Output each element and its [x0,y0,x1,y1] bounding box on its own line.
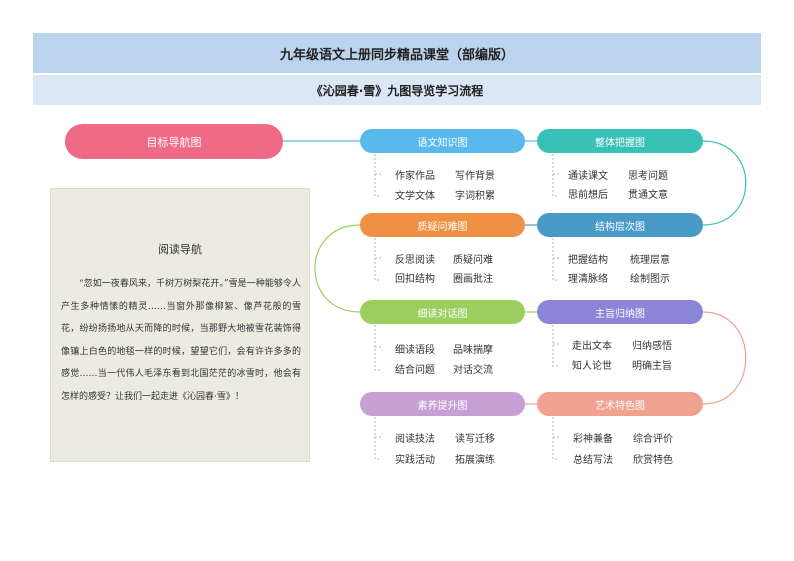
node-jiegou[interactable]: 结构层次图 [537,213,703,237]
node-item: 字词积累 [455,191,495,202]
reading-guide-title: 阅读导航 [158,243,202,256]
node-item: 回扣结构 [395,274,435,285]
reading-guide-text: “忽如一夜春风来，千树万树梨花开。”雪是一种能够令人产生多种情愫的精灵……当窗外… [61,279,301,402]
node-item: 实践活动 [395,455,435,466]
node-item: 贯通文意 [628,190,668,201]
node-item: 文学文体 [395,191,435,202]
node-item: 理清脉络 [568,274,608,285]
node-item: 结合问题 [395,365,435,376]
goal-navigation-node[interactable]: 目标导航图 [65,124,283,159]
node-item: 质疑问难 [453,255,493,266]
node-item: 通读课文 [568,171,608,182]
node-item: 读写迁移 [455,434,495,445]
node-zhiyi[interactable]: 质疑问难图 [360,213,525,237]
node-item: 写作背景 [455,171,495,182]
node-item: 总结写法 [573,455,613,466]
node-item: 品味揣摩 [453,345,493,356]
node-item: 拓展演练 [455,455,495,466]
node-item: 绘制图示 [630,274,670,285]
node-item: 归纳感悟 [632,341,672,352]
node-item: 欣赏特色 [633,455,673,466]
node-item: 圈画批注 [453,274,493,285]
reading-guide-box: 阅读导航 “忽如一夜春风来，千树万树梨花开。”雪是一种能够令人产生多种情愫的精灵… [50,188,310,462]
node-item: 思考问题 [628,171,668,182]
node-item: 梳理层意 [630,255,670,266]
node-item: 明确主旨 [632,361,672,372]
node-zhengti[interactable]: 整体把握图 [537,129,703,153]
node-xidu[interactable]: 细读对话图 [360,300,525,324]
node-yishu[interactable]: 艺术特色图 [537,392,703,416]
node-item: 作家作品 [395,171,435,182]
node-item: 知人论世 [572,361,612,372]
node-zhuzhi[interactable]: 主旨归纳图 [537,300,703,324]
node-item: 反思阅读 [395,255,435,266]
node-item: 彩神兼备 [573,434,613,445]
node-item: 思前想后 [568,190,608,201]
node-item: 把握结构 [568,255,608,266]
node-yuwen[interactable]: 语文知识图 [360,129,525,153]
node-item: 综合评价 [633,434,673,445]
node-suyang[interactable]: 素养提升图 [360,392,525,416]
node-item: 对话交流 [453,365,493,376]
node-item: 细读语段 [395,345,435,356]
node-item: 走出文本 [572,341,612,352]
node-item: 阅读技法 [395,434,435,445]
